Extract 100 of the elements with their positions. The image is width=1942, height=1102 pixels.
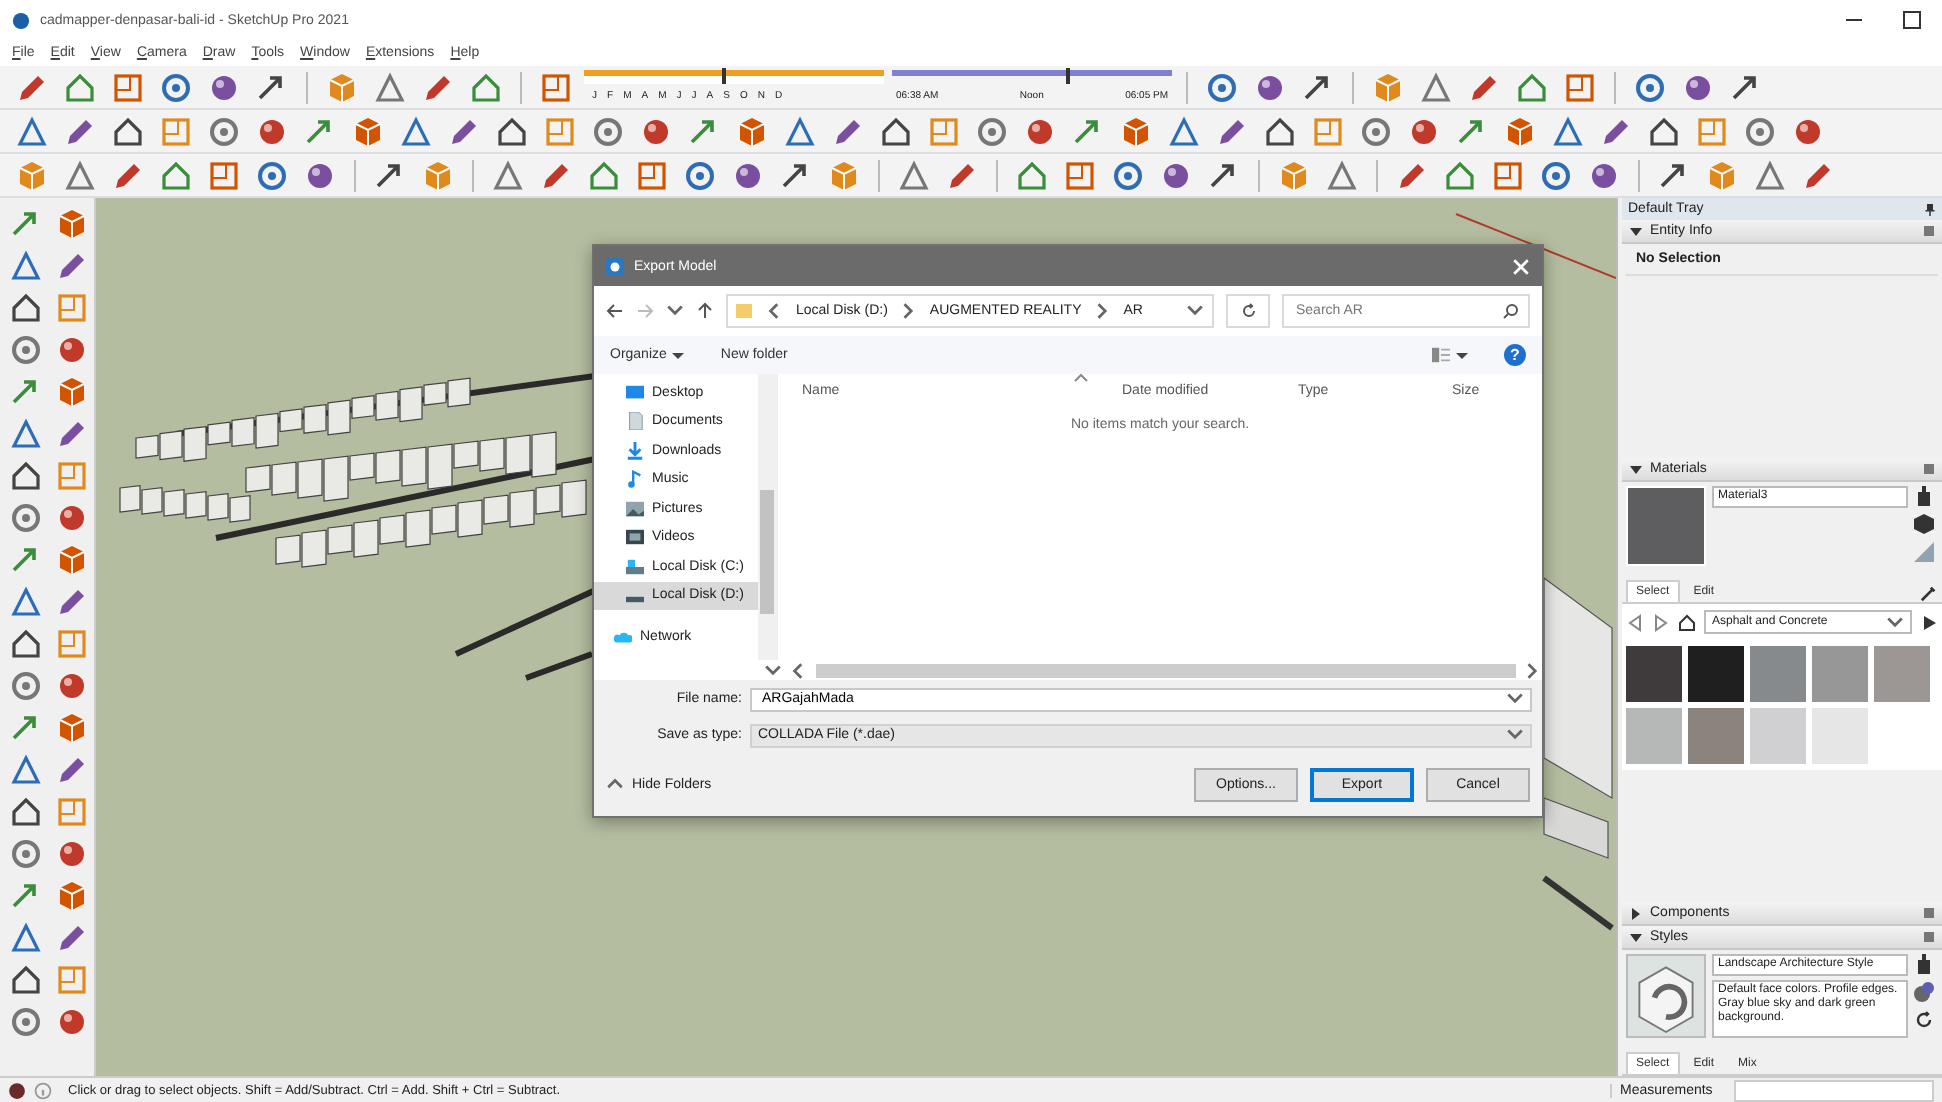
pencil-icon[interactable] — [1802, 159, 1834, 191]
sphere-icon[interactable] — [208, 71, 240, 103]
material-swatch[interactable] — [1750, 708, 1806, 764]
sphere-icon[interactable] — [56, 838, 88, 870]
pencil-icon[interactable] — [56, 586, 88, 618]
square-icon[interactable] — [1312, 115, 1344, 147]
triangle-icon[interactable] — [10, 250, 42, 282]
house-icon[interactable] — [10, 292, 42, 324]
ring-icon[interactable] — [684, 159, 716, 191]
square-icon[interactable] — [208, 159, 240, 191]
sphere-icon[interactable] — [640, 115, 672, 147]
ring-icon[interactable] — [10, 502, 42, 534]
pencil-icon[interactable] — [64, 115, 96, 147]
ring-icon[interactable] — [1206, 71, 1238, 103]
arrow-icon[interactable] — [780, 159, 812, 191]
refresh-button[interactable] — [1226, 294, 1270, 328]
ring-icon[interactable] — [1540, 159, 1572, 191]
triangle-icon[interactable] — [10, 418, 42, 450]
sphere-icon[interactable] — [1588, 159, 1620, 191]
measurements-field[interactable] — [1734, 1079, 1934, 1101]
square-icon[interactable] — [928, 115, 960, 147]
house-icon[interactable] — [1648, 115, 1680, 147]
pencil-icon[interactable] — [1468, 71, 1500, 103]
ring-icon[interactable] — [592, 115, 624, 147]
house-icon[interactable] — [10, 460, 42, 492]
record-icon[interactable] — [8, 1081, 26, 1099]
triangle-icon[interactable] — [16, 115, 48, 147]
pencil-icon[interactable] — [540, 159, 572, 191]
cube-icon[interactable] — [1914, 514, 1934, 534]
view-menu[interactable] — [1432, 346, 1468, 364]
triangle-icon[interactable] — [64, 159, 96, 191]
triangle-icon[interactable] — [1168, 115, 1200, 147]
house-icon[interactable] — [112, 115, 144, 147]
pencil-icon[interactable] — [1396, 159, 1428, 191]
sphere-icon[interactable] — [1682, 71, 1714, 103]
triangle-icon[interactable] — [784, 115, 816, 147]
bottle-icon[interactable] — [1914, 486, 1934, 506]
scrollbar[interactable] — [758, 374, 776, 660]
material-swatch[interactable] — [1688, 646, 1744, 702]
square-icon[interactable] — [56, 628, 88, 660]
arrow-icon[interactable] — [1658, 159, 1690, 191]
sphere-icon[interactable] — [1254, 71, 1286, 103]
sphere-icon[interactable] — [1792, 115, 1824, 147]
ring-icon[interactable] — [10, 334, 42, 366]
arrow-icon[interactable] — [1730, 71, 1762, 103]
ring-icon[interactable] — [1112, 159, 1144, 191]
pencil-icon[interactable] — [1216, 115, 1248, 147]
pencil-icon[interactable] — [16, 71, 48, 103]
house-icon[interactable] — [10, 628, 42, 660]
arrow-icon[interactable] — [374, 159, 406, 191]
sphere-icon[interactable] — [256, 115, 288, 147]
triangle-icon[interactable] — [1420, 71, 1452, 103]
triangle-icon[interactable] — [10, 586, 42, 618]
slider-thumb[interactable] — [1065, 67, 1070, 83]
material-swatch[interactable] — [1626, 646, 1682, 702]
material-swatch[interactable] — [1688, 708, 1744, 764]
pencil-icon[interactable] — [946, 159, 978, 191]
house-icon[interactable] — [10, 964, 42, 996]
arrow-icon[interactable] — [256, 71, 288, 103]
house-icon[interactable] — [10, 796, 42, 828]
ring-icon[interactable] — [1634, 71, 1666, 103]
square-icon[interactable] — [56, 460, 88, 492]
close-icon[interactable] — [1512, 257, 1530, 275]
scrollbar[interactable] — [816, 663, 1516, 677]
material-swatch[interactable] — [1750, 646, 1806, 702]
material-swatch[interactable] — [1812, 708, 1868, 764]
pencil-icon[interactable] — [56, 922, 88, 954]
triangle-icon[interactable] — [10, 754, 42, 786]
ring-icon[interactable] — [1744, 115, 1776, 147]
arrow-icon[interactable] — [1208, 159, 1240, 191]
bottle-icon[interactable] — [1914, 954, 1934, 974]
pencil-icon[interactable] — [56, 418, 88, 450]
ring-icon[interactable] — [208, 115, 240, 147]
square-icon[interactable] — [1064, 159, 1096, 191]
square-icon[interactable] — [544, 115, 576, 147]
pencil-icon[interactable] — [832, 115, 864, 147]
material-swatch[interactable] — [1874, 646, 1930, 702]
triangle-icon[interactable] — [10, 922, 42, 954]
pencil-icon[interactable] — [422, 71, 454, 103]
house-icon[interactable] — [1678, 613, 1696, 631]
ring-icon[interactable] — [1360, 115, 1392, 147]
pencil-icon[interactable] — [56, 754, 88, 786]
pencil-icon[interactable] — [448, 115, 480, 147]
square-icon[interactable] — [636, 159, 668, 191]
refresh-icon[interactable] — [1914, 1010, 1934, 1030]
square-icon[interactable] — [1696, 115, 1728, 147]
arrow-icon[interactable] — [688, 115, 720, 147]
back-arrow-icon[interactable] — [606, 302, 624, 320]
house-icon[interactable] — [496, 115, 528, 147]
details-arrow-icon[interactable] — [1920, 613, 1938, 631]
sphere-icon[interactable] — [732, 159, 764, 191]
pencil-icon[interactable] — [1600, 115, 1632, 147]
square-icon[interactable] — [540, 71, 572, 103]
ring-icon[interactable] — [10, 838, 42, 870]
sphere-icon[interactable] — [56, 1006, 88, 1038]
pin-icon[interactable] — [1924, 203, 1936, 215]
triangle-icon[interactable] — [1326, 159, 1358, 191]
house-icon[interactable] — [1264, 115, 1296, 147]
sphere-icon[interactable] — [56, 334, 88, 366]
forward-arrow-icon[interactable] — [1652, 613, 1670, 631]
